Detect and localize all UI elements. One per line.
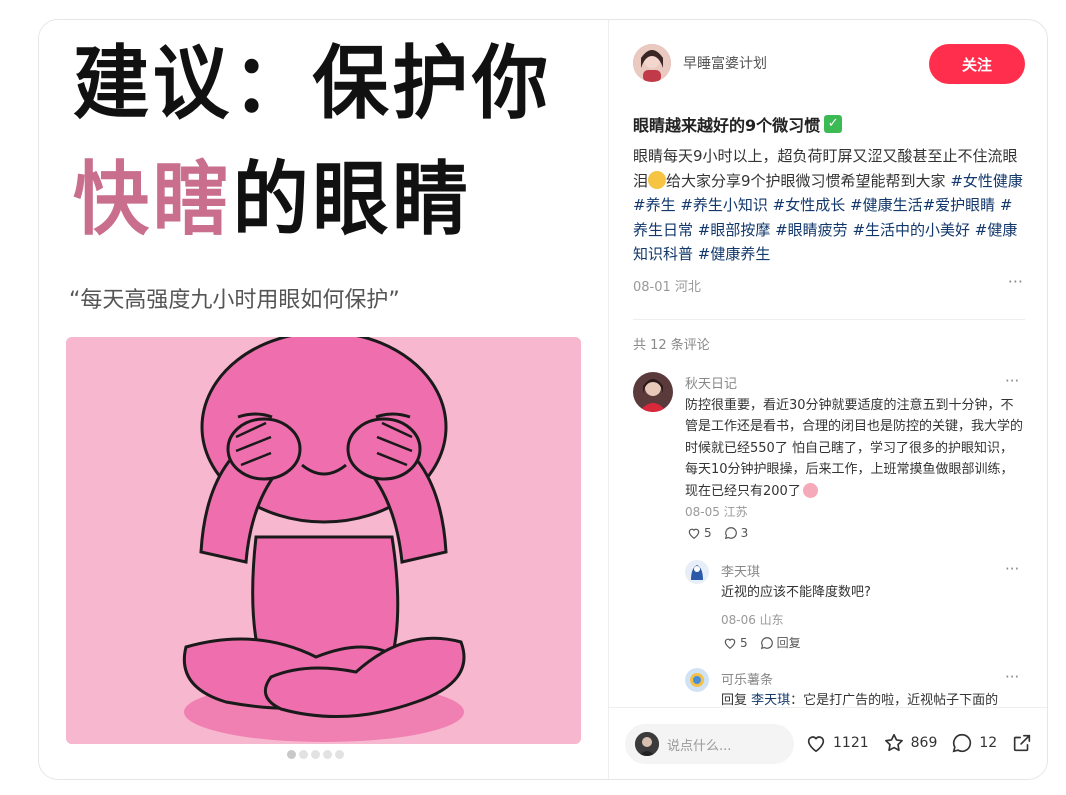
cover-image[interactable]: 建议：保护你 快瞎的眼睛 “每天高强度九小时用眼如何保护” [39, 20, 608, 779]
comment-like-button[interactable]: 5 [687, 526, 712, 540]
engagement-stats: 1121 869 12 [805, 732, 1047, 754]
chat-bubble-icon [952, 733, 972, 753]
chat-bubble-icon [760, 636, 773, 649]
commenter-name[interactable]: 可乐薯条 [721, 669, 773, 688]
author-name[interactable]: 早睡富婆计划 [683, 53, 767, 73]
comment-more-button[interactable]: ··· [1005, 560, 1019, 578]
comment-button[interactable]: 12 [951, 732, 997, 754]
carousel-dot[interactable] [323, 750, 332, 759]
engagement-bar: 说点什么... 1121 869 12 [609, 707, 1047, 779]
comment-count: 共 12 条评论 [633, 338, 710, 353]
heart-icon [807, 736, 825, 753]
cover-headline-rest: 的眼睛 [232, 153, 472, 246]
post-date-location: 08-01 河北 [633, 280, 701, 295]
cover-headline-highlight: 快瞎 [73, 153, 233, 246]
comment-input-placeholder: 说点什么... [667, 738, 732, 754]
author-info[interactable]: 早睡富婆计划 [633, 44, 767, 82]
commenter-avatar[interactable] [685, 668, 709, 692]
post-body-text-2: 给大家分享9个护眼微习惯希望能帮到大家 [666, 171, 946, 190]
carousel-dot[interactable] [287, 750, 296, 759]
chat-bubble-icon [724, 527, 737, 540]
comment-text: 近视的应该不能降度数吧? [721, 585, 871, 600]
separator [633, 319, 1025, 320]
current-user-avatar [635, 732, 659, 756]
reply-prefix: 回复 [721, 693, 752, 707]
post-title: 眼睛越来越好的9个微习惯 ✓ [633, 112, 843, 136]
comment-date-location: 08-06 山东 [721, 613, 784, 627]
cover-quote: “每天高强度九小时用眼如何保护” [69, 288, 400, 313]
comment-reply-button[interactable]: 3 [724, 526, 749, 540]
share-button[interactable] [1011, 732, 1033, 754]
comment-reply-label: 回复 [776, 636, 801, 650]
post-more-button[interactable]: ··· [1008, 272, 1023, 291]
check-mark-icon: ✓ [824, 115, 843, 133]
star-icon [884, 733, 903, 752]
cover-illustration [66, 337, 581, 744]
commenter-avatar[interactable] [633, 372, 673, 412]
heart-icon [688, 528, 700, 539]
commenter-name[interactable]: 秋天日记 [685, 373, 737, 392]
collect-count: 869 [910, 735, 938, 751]
carousel-indicator[interactable] [287, 750, 344, 759]
like-button[interactable]: 1121 [805, 732, 869, 754]
post-title-text: 眼睛越来越好的9个微习惯 [633, 116, 821, 135]
comment-like-count: 5 [704, 526, 712, 540]
comment-actions: 5 3 [687, 526, 748, 540]
commenter-name[interactable]: 李天琪 [721, 561, 760, 580]
comment-reply-button[interactable]: 回复 [760, 634, 801, 651]
comment-text-body: ：它是打广告的啦，近视帖子下面的 [790, 693, 999, 707]
comment-actions: 5 回复 [723, 634, 801, 651]
comment-total-count: 12 [979, 735, 998, 751]
cover-headline-line1: 建议：保护你 [73, 37, 552, 130]
comment-text-body: 防控很重要，看近30分钟就要适度的注意五到十分钟，不管是工作还是看书，合理的闭目… [685, 398, 1024, 499]
comment-date-location: 08-05 江苏 [685, 505, 748, 519]
comment-more-button[interactable]: ··· [1005, 668, 1019, 686]
cover-headline-line2: 快瞎的眼睛 [73, 160, 472, 240]
reply-to-user[interactable]: 李天琪 [751, 693, 790, 707]
crying-face-icon [648, 170, 667, 189]
comment-like-button[interactable]: 5 [723, 636, 748, 650]
comment-more-button[interactable]: ··· [1005, 372, 1019, 390]
pig-face-icon [802, 482, 818, 498]
heart-icon [724, 638, 736, 649]
share-icon [1014, 734, 1031, 752]
note-detail-card: 建议：保护你 快瞎的眼睛 “每天高强度九小时用眼如何保护” 早睡富婆计划 关注 … [38, 19, 1048, 780]
cover-illustration-figure [66, 337, 581, 744]
note-detail-panel: 早睡富婆计划 关注 眼睛越来越好的9个微习惯 ✓ 眼睛每天9小时以上，超负荷盯屏… [609, 20, 1047, 779]
collect-button[interactable]: 869 [883, 732, 938, 754]
comment-text: 回复 李天琪：它是打广告的啦，近视帖子下面的 [721, 690, 1021, 707]
carousel-dot[interactable] [335, 750, 344, 759]
comment-like-count: 5 [740, 635, 748, 650]
comment-reply-count: 3 [740, 526, 749, 540]
like-count: 1121 [833, 735, 869, 751]
commenter-avatar[interactable] [685, 560, 709, 584]
author-avatar[interactable] [633, 44, 671, 82]
carousel-dot[interactable] [299, 750, 308, 759]
follow-button[interactable]: 关注 [929, 44, 1025, 84]
post-body: 眼睛每天9小时以上，超负荷盯屏又涩又酸甚至止不住流眼泪 给大家分享9个护眼微习惯希… [633, 144, 1025, 267]
comment-input[interactable]: 说点什么... [625, 724, 794, 764]
comment-text: 防控很重要，看近30分钟就要适度的注意五到十分钟，不管是工作还是看书，合理的闭目… [685, 395, 1025, 502]
carousel-dot[interactable] [311, 750, 320, 759]
